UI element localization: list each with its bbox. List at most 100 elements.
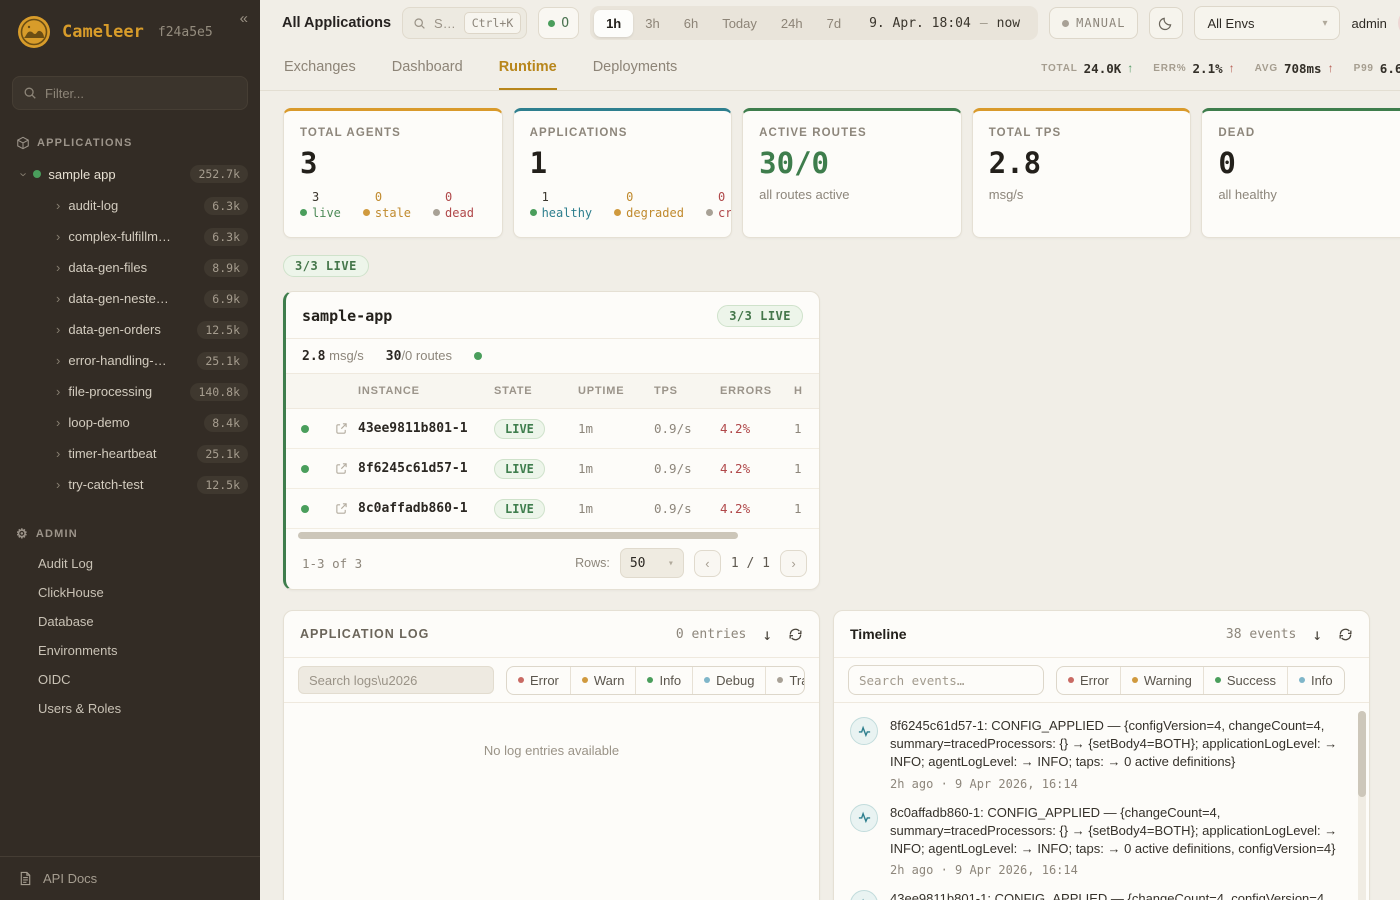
filter-debug[interactable]: Debug: [692, 667, 765, 694]
table-row[interactable]: 8c0affadb860-1 LIVE 1m 0.9/s 4.2% 1: [286, 489, 819, 529]
filter-trace[interactable]: Trace: [765, 667, 805, 694]
sidebar-item-error-handling[interactable]: ›error-handling-…25.1k: [0, 345, 260, 376]
sidebar-filter-input[interactable]: [12, 76, 248, 110]
time-range-24h[interactable]: 24h: [769, 10, 815, 37]
card-total-agents: TOTAL AGENTS 3 3live 0stale 0dead: [283, 108, 503, 238]
card-value: 2.8: [989, 146, 1175, 180]
rows-per-page-select[interactable]: 50▾: [620, 548, 684, 578]
timeline-scrollbar-thumb[interactable]: [1358, 711, 1366, 797]
row-range-label: 1-3 of 3: [302, 556, 362, 571]
table-row[interactable]: 8f6245c61d57-1 LIVE 1m 0.9/s 4.2% 1: [286, 449, 819, 489]
cameleer-logo-icon: [16, 14, 52, 50]
substat-healthy: 1healthy: [530, 189, 593, 221]
sidebar-item-clickhouse[interactable]: ClickHouse: [0, 579, 260, 608]
app-logo-version: f24a5e5: [158, 25, 213, 40]
chevron-right-icon: ›: [56, 291, 60, 306]
tab-exchanges[interactable]: Exchanges: [284, 46, 356, 90]
dark-mode-toggle[interactable]: [1149, 7, 1183, 39]
sidebar-item-data-gen-files[interactable]: ›data-gen-files8.9k: [0, 252, 260, 283]
count-badge: 6.3k: [204, 228, 248, 246]
sidebar-item-environments[interactable]: Environments: [0, 637, 260, 666]
tabs: Exchanges Dashboard Runtime Deployments: [284, 46, 677, 90]
time-range-6h[interactable]: 6h: [672, 10, 710, 37]
timeline-event[interactable]: 8c0affadb860-1: CONFIG_APPLIED — {change…: [850, 804, 1343, 878]
app-live-badge: 3/3 LIVE: [717, 305, 803, 327]
card-value: 3: [300, 146, 486, 180]
sidebar-item-loop-demo[interactable]: ›loop-demo8.4k: [0, 407, 260, 438]
prev-page-button[interactable]: ‹: [694, 550, 721, 577]
log-filter-row: Error Warn Info Debug Trace: [284, 658, 819, 703]
refresh-icon[interactable]: [788, 627, 803, 642]
tab-runtime[interactable]: Runtime: [499, 46, 557, 90]
uptime-value: 1m: [578, 461, 654, 476]
status-dot: [474, 352, 482, 360]
download-icon[interactable]: ↓: [762, 625, 772, 644]
time-range-today[interactable]: Today: [710, 10, 769, 37]
chevron-right-icon: ›: [56, 477, 60, 492]
sidebar-item-file-processing[interactable]: ›file-processing140.8k: [0, 376, 260, 407]
timeline-search-input[interactable]: [848, 665, 1044, 695]
time-range-1h[interactable]: 1h: [594, 10, 633, 37]
environment-select[interactable]: All Envs ▾: [1194, 6, 1340, 40]
external-link-icon[interactable]: [324, 502, 358, 515]
filter-warning[interactable]: Warning: [1120, 667, 1203, 694]
trend-up-icon: ↑: [1127, 61, 1133, 75]
time-range-3h[interactable]: 3h: [633, 10, 671, 37]
filter-error[interactable]: Error: [1057, 667, 1120, 694]
item-label: file-processing: [68, 384, 152, 399]
item-label: data-gen-neste…: [68, 291, 168, 306]
log-empty-state: No log entries available: [284, 703, 819, 758]
online-status-pill[interactable]: O: [538, 7, 579, 39]
api-docs-link[interactable]: API Docs: [0, 856, 260, 900]
app-panel-name[interactable]: sample-app: [302, 307, 392, 325]
filter-info[interactable]: Info: [635, 667, 692, 694]
tab-deployments[interactable]: Deployments: [593, 46, 678, 90]
instance-id: 8f6245c61d57-1: [358, 461, 494, 476]
global-search-input[interactable]: S… Ctrl+K: [402, 7, 527, 39]
topbar: All Applications S… Ctrl+K O 1h 3h 6h To…: [260, 0, 1400, 46]
date-range-display[interactable]: 9. Apr. 18:04 – now: [853, 16, 1034, 31]
manual-refresh-button[interactable]: MANUAL: [1049, 7, 1138, 39]
external-link-icon[interactable]: [324, 462, 358, 475]
sidebar-item-audit-log-admin[interactable]: Audit Log: [0, 550, 260, 579]
live-summary-badge[interactable]: 3/3 LIVE: [283, 255, 369, 277]
timeline-event[interactable]: 8f6245c61d57-1: CONFIG_APPLIED — {config…: [850, 717, 1343, 791]
summary-cards: TOTAL AGENTS 3 3live 0stale 0dead APPLIC…: [283, 108, 1400, 238]
count-badge: 6.3k: [204, 197, 248, 215]
sidebar-item-complex-fulfillm[interactable]: ›complex-fulfillm…6.3k: [0, 221, 260, 252]
item-label: audit-log: [68, 198, 118, 213]
sidebar-item-database[interactable]: Database: [0, 608, 260, 637]
sidebar-item-users-roles[interactable]: Users & Roles: [0, 695, 260, 724]
filter-error[interactable]: Error: [507, 667, 570, 694]
sidebar-app-sample-app[interactable]: › sample app 252.7k: [0, 158, 260, 190]
sidebar-item-oidc[interactable]: OIDC: [0, 666, 260, 695]
sidebar-item-data-gen-orders[interactable]: ›data-gen-orders12.5k: [0, 314, 260, 345]
tab-dashboard[interactable]: Dashboard: [392, 46, 463, 90]
sidebar-filter-field[interactable]: [45, 86, 237, 101]
horizontal-scrollbar-thumb[interactable]: [298, 532, 738, 539]
filter-info[interactable]: Info: [1287, 667, 1344, 694]
date-from: 9. Apr. 18:04: [869, 16, 971, 31]
card-title: APPLICATIONS: [530, 127, 716, 139]
external-link-icon[interactable]: [324, 422, 358, 435]
sidebar-item-timer-heartbeat[interactable]: ›timer-heartbeat25.1k: [0, 438, 260, 469]
table-row[interactable]: 43ee9811b801-1 LIVE 1m 0.9/s 4.2% 1: [286, 409, 819, 449]
download-icon[interactable]: ↓: [1312, 625, 1322, 644]
time-range-7d[interactable]: 7d: [815, 10, 853, 37]
card-value: 1: [530, 146, 716, 180]
refresh-icon[interactable]: [1338, 627, 1353, 642]
sidebar-item-try-catch-test[interactable]: ›try-catch-test12.5k: [0, 469, 260, 500]
cube-icon: [16, 136, 30, 150]
filter-success[interactable]: Success: [1203, 667, 1287, 694]
activity-pulse-icon: [850, 804, 878, 832]
sidebar-item-audit-log[interactable]: ›audit-log6.3k: [0, 190, 260, 221]
sidebar-item-data-gen-nested[interactable]: ›data-gen-neste…6.9k: [0, 283, 260, 314]
username-label: admin: [1351, 16, 1386, 31]
log-panel-title: APPLICATION LOG: [300, 627, 429, 641]
filter-warn[interactable]: Warn: [570, 667, 636, 694]
next-page-button[interactable]: ›: [780, 550, 807, 577]
sidebar-collapse-icon[interactable]: «: [240, 10, 248, 27]
status-dot: [301, 505, 309, 513]
log-search-input[interactable]: [298, 666, 494, 694]
timeline-event[interactable]: 43ee9811b801-1: CONFIG_APPLIED — {change…: [850, 890, 1343, 900]
